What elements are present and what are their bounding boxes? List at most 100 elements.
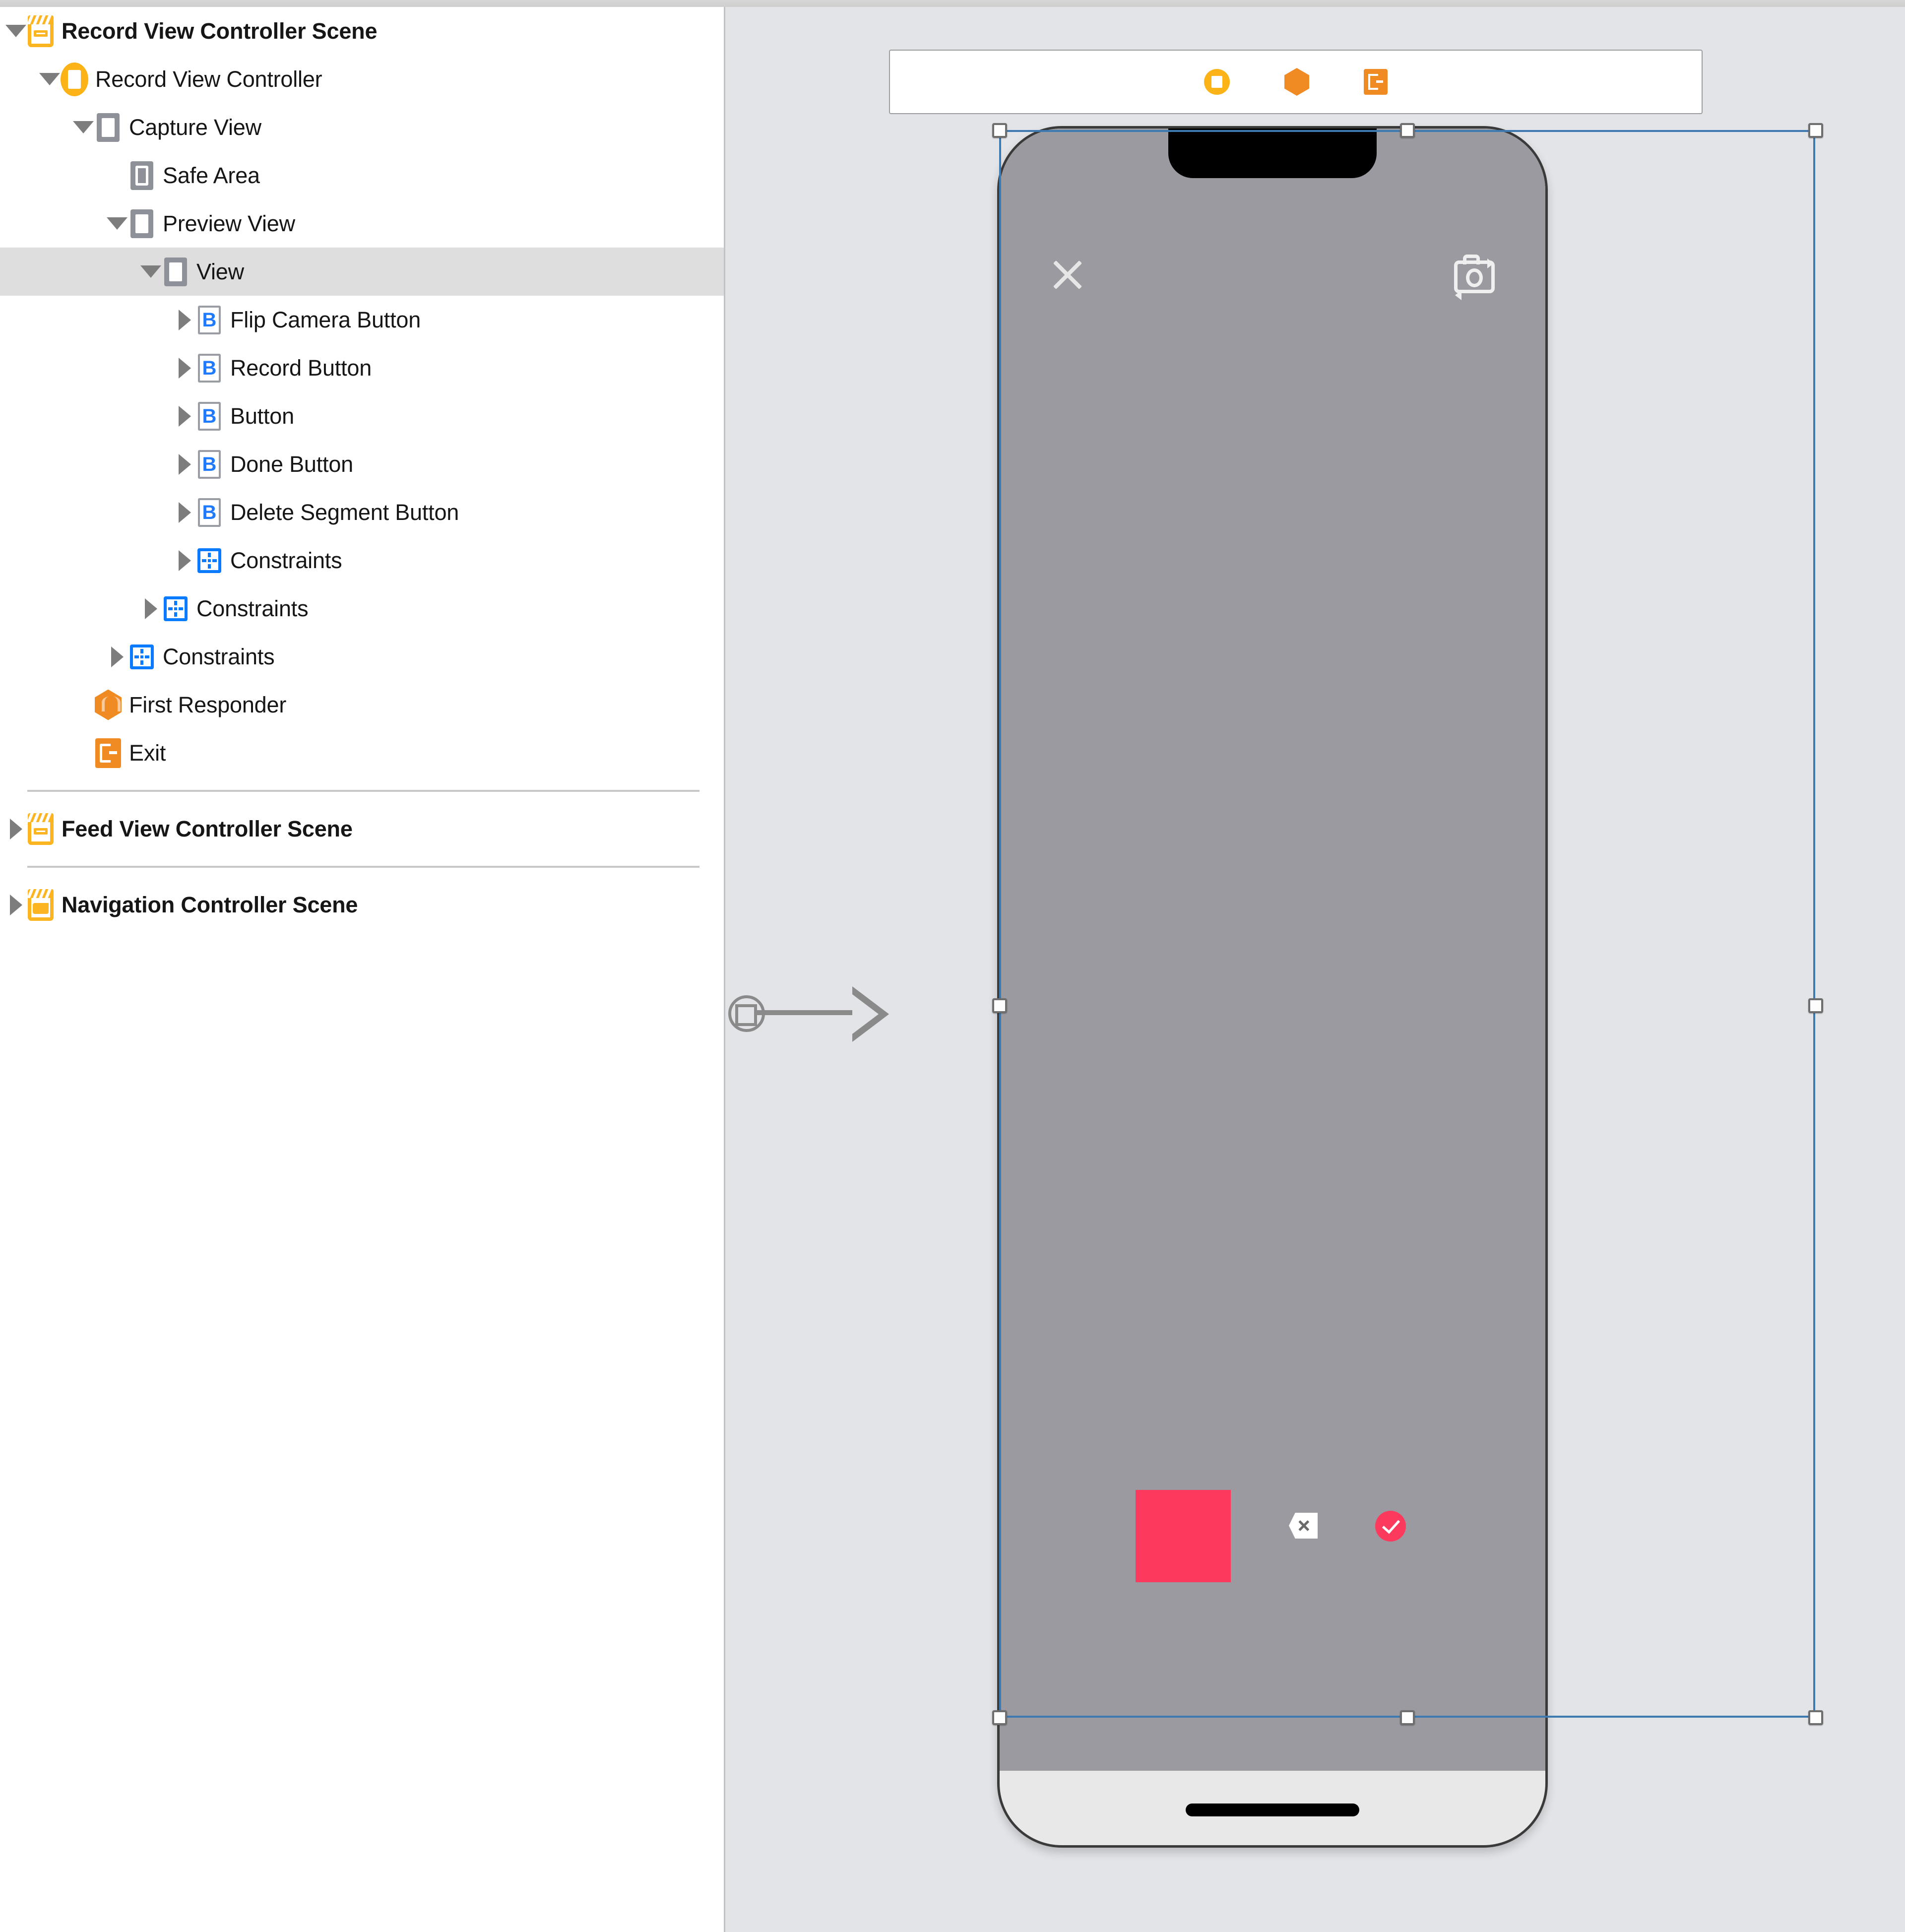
- constraints-icon: [197, 548, 221, 573]
- navigation-scene-icon: [28, 889, 54, 921]
- selection-handle-top-center[interactable]: [1400, 123, 1415, 138]
- constraints-icon: [130, 644, 154, 669]
- disclosure-triangle-delete-segment-button[interactable]: [174, 488, 195, 536]
- outline-row-safe-area[interactable]: Safe Area: [0, 151, 724, 199]
- disclosure-triangle-preview-view[interactable]: [106, 199, 128, 248]
- entry-point-arrow-inner: [852, 994, 879, 1034]
- disclosure-triangle-record-view-controller-scene[interactable]: [5, 7, 27, 55]
- outline-row-record-view-controller[interactable]: Record View Controller: [0, 55, 724, 103]
- outline-row-view[interactable]: View: [0, 248, 724, 296]
- outline-row-constraints[interactable]: Constraints: [0, 584, 724, 633]
- disclosure-triangle-feed-view-controller-scene[interactable]: [5, 805, 27, 853]
- outline-row-label: Exit: [129, 740, 166, 766]
- initial-view-controller-entry-point[interactable]: [728, 975, 892, 1050]
- selection-handle-bottom-left[interactable]: [992, 1710, 1007, 1725]
- outline-tree[interactable]: Record View Controller Scene Record View …: [0, 7, 724, 929]
- selection-handle-middle-left[interactable]: [992, 998, 1007, 1013]
- disclosure-triangle-constraints[interactable]: [106, 633, 128, 681]
- scene-icon: [28, 15, 54, 47]
- view-icon: [164, 257, 187, 286]
- entry-point-square-icon: [735, 1004, 757, 1026]
- disclosure-triangle-first-responder: [72, 681, 94, 729]
- outline-row-label: Constraints: [163, 644, 275, 669]
- disclosure-triangle-capture-view[interactable]: [72, 103, 94, 151]
- outline-row-label: Constraints: [230, 547, 342, 573]
- document-outline-panel[interactable]: Record View Controller Scene Record View …: [0, 7, 725, 1932]
- view-controller-icon: [61, 62, 88, 96]
- outline-row-label: View: [196, 258, 244, 284]
- disclosure-triangle-record-button[interactable]: [174, 344, 195, 392]
- scene-dock[interactable]: [889, 50, 1703, 114]
- selection-handle-top-left[interactable]: [992, 123, 1007, 138]
- outline-row-navigation-controller-scene[interactable]: Navigation Controller Scene: [0, 881, 724, 929]
- device-frame[interactable]: [997, 126, 1548, 1848]
- outline-row-label: Safe Area: [163, 162, 260, 188]
- outline-row-feed-view-controller-scene[interactable]: Feed View Controller Scene: [0, 805, 724, 853]
- close-icon[interactable]: [1050, 258, 1085, 292]
- button-icon: B: [198, 498, 221, 527]
- outline-gap: [0, 777, 724, 790]
- outline-row-button[interactable]: B Button: [0, 392, 724, 440]
- constraints-icon: [164, 596, 188, 621]
- disclosure-triangle-flip-camera-button[interactable]: [174, 296, 195, 344]
- outline-row-done-button[interactable]: B Done Button: [0, 440, 724, 488]
- outline-gap: [0, 792, 724, 805]
- view-controller-dock-icon[interactable]: [1204, 69, 1230, 95]
- outline-row-label: Record Button: [230, 355, 372, 381]
- disclosure-triangle-constraints[interactable]: [174, 536, 195, 584]
- done-button[interactable]: [1375, 1511, 1406, 1542]
- selection-handle-bottom-right[interactable]: [1808, 1710, 1823, 1725]
- selection-handle-top-right[interactable]: [1808, 123, 1823, 138]
- outline-row-label: Capture View: [129, 114, 261, 140]
- outline-row-record-button[interactable]: B Record Button: [0, 344, 724, 392]
- outline-row-capture-view[interactable]: Capture View: [0, 103, 724, 151]
- safe-area-icon: [130, 161, 153, 190]
- outline-row-flip-camera-button[interactable]: B Flip Camera Button: [0, 296, 724, 344]
- outline-row-first-responder[interactable]: First Responder: [0, 681, 724, 729]
- delete-segment-icon[interactable]: [1289, 1513, 1318, 1539]
- disclosure-triangle-exit: [72, 729, 94, 777]
- selection-handle-bottom-center[interactable]: [1400, 1710, 1415, 1725]
- outline-row-preview-view[interactable]: Preview View: [0, 199, 724, 248]
- outline-row-label: Navigation Controller Scene: [62, 892, 358, 917]
- outline-row-label: Record View Controller: [95, 66, 322, 92]
- outline-row-label: Flip Camera Button: [230, 307, 421, 332]
- exit-icon: [95, 738, 121, 768]
- disclosure-triangle-button[interactable]: [174, 392, 195, 440]
- button-icon: B: [198, 450, 221, 479]
- outline-row-label: First Responder: [129, 692, 287, 717]
- disclosure-triangle-safe-area: [106, 151, 128, 199]
- record-button[interactable]: [1136, 1490, 1231, 1582]
- outline-row-constraints[interactable]: Constraints: [0, 536, 724, 584]
- button-icon: B: [198, 305, 221, 334]
- disclosure-triangle-record-view-controller[interactable]: [39, 55, 61, 103]
- outline-row-record-view-controller-scene[interactable]: Record View Controller Scene: [0, 7, 724, 55]
- outline-gap: [0, 853, 724, 866]
- exit-dock-icon[interactable]: [1364, 69, 1388, 95]
- home-indicator: [1186, 1803, 1359, 1816]
- selection-handle-middle-right[interactable]: [1808, 998, 1823, 1013]
- outline-row-delete-segment-button[interactable]: B Delete Segment Button: [0, 488, 724, 536]
- button-icon: B: [198, 401, 221, 431]
- device-notch: [1168, 129, 1377, 178]
- window-title-bar: [0, 0, 1905, 7]
- flip-camera-icon[interactable]: [1452, 252, 1497, 300]
- root-view[interactable]: [1000, 129, 1545, 1771]
- outline-row-label: Delete Segment Button: [230, 499, 459, 525]
- first-responder-dock-icon[interactable]: [1284, 68, 1309, 96]
- disclosure-triangle-view[interactable]: [140, 248, 162, 296]
- storyboard-canvas[interactable]: [725, 7, 1905, 1932]
- view-icon: [130, 209, 153, 238]
- outline-row-label: Done Button: [230, 451, 353, 477]
- disclosure-triangle-navigation-controller-scene[interactable]: [5, 881, 27, 929]
- outline-gap: [0, 868, 724, 881]
- disclosure-triangle-constraints[interactable]: [140, 584, 162, 633]
- outline-row-exit[interactable]: Exit: [0, 729, 724, 777]
- scene-icon: [28, 813, 54, 845]
- outline-row-label: Preview View: [163, 210, 295, 236]
- outline-row-label: Feed View Controller Scene: [62, 816, 353, 841]
- outline-row-label: Constraints: [196, 595, 309, 621]
- outline-row-constraints[interactable]: Constraints: [0, 633, 724, 681]
- disclosure-triangle-done-button[interactable]: [174, 440, 195, 488]
- button-icon: B: [198, 353, 221, 383]
